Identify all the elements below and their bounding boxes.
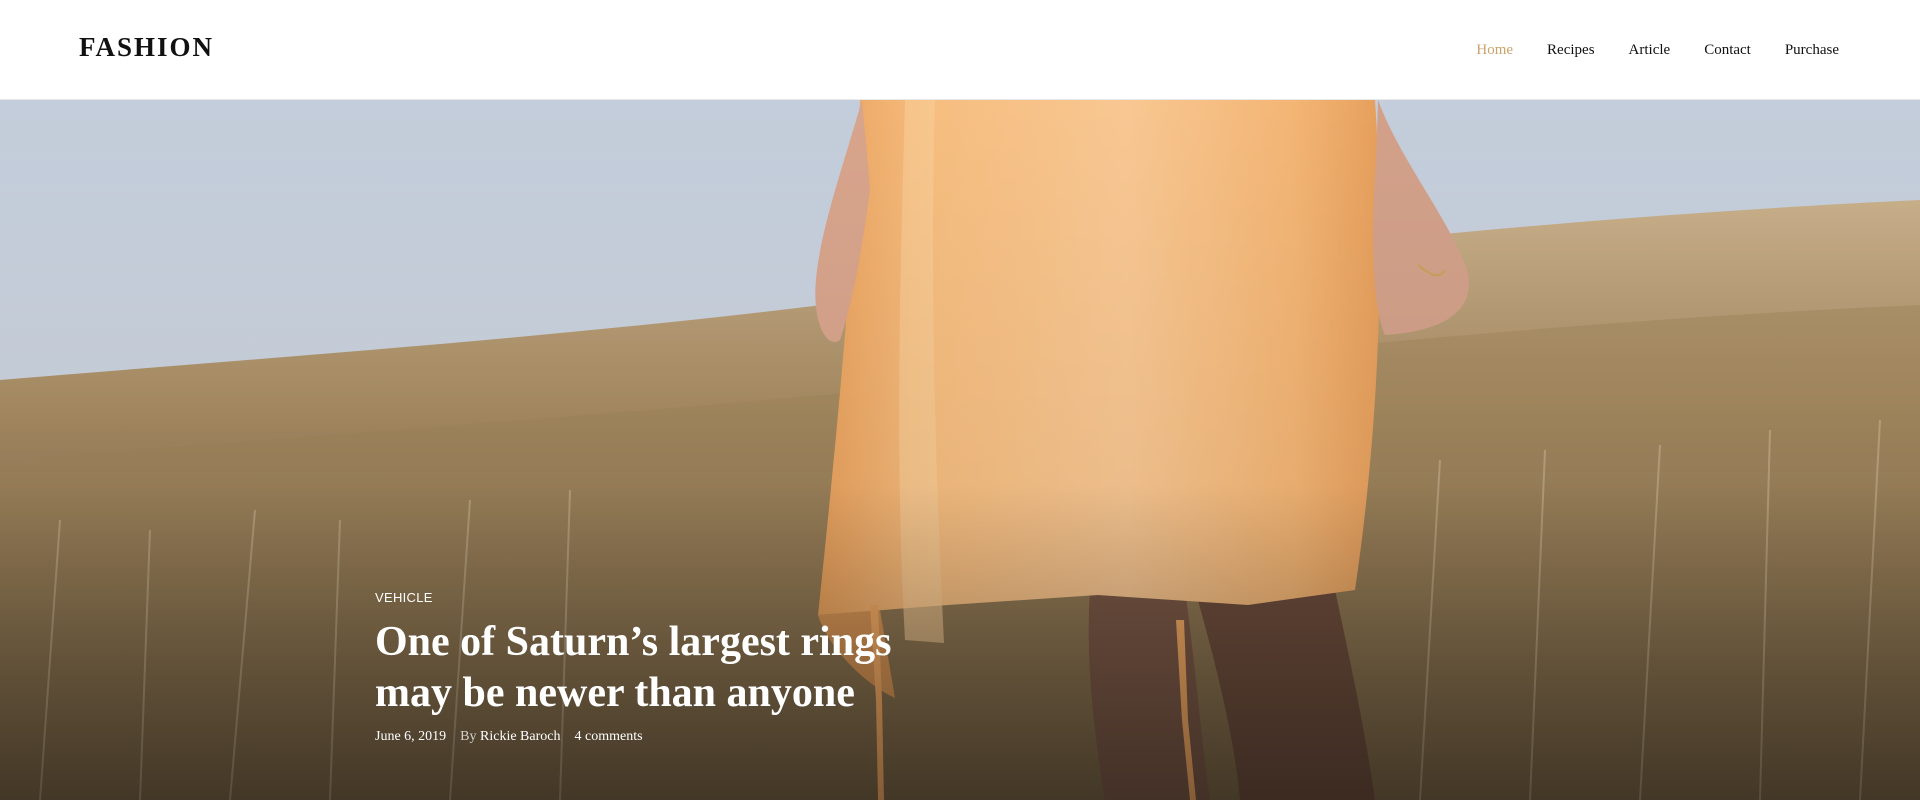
- post-category[interactable]: VEHICLE: [375, 590, 975, 605]
- main-nav: Home Recipes Article Contact Purchase: [1476, 42, 1839, 59]
- post-meta: June 6, 2019 By Rickie Baroch 4 comments: [375, 729, 975, 745]
- post-comments[interactable]: 4 comments: [575, 729, 643, 745]
- nav-item-purchase[interactable]: Purchase: [1785, 42, 1839, 59]
- site-header: FASHION Home Recipes Article Contact Pur…: [0, 0, 1920, 100]
- nav-item-contact[interactable]: Contact: [1704, 42, 1751, 59]
- nav-item-article[interactable]: Article: [1629, 42, 1671, 59]
- post-date[interactable]: June 6, 2019: [375, 729, 446, 745]
- post-title-line-1: One of Saturn’s largest rings: [375, 619, 892, 665]
- post-author[interactable]: Rickie Baroch: [480, 729, 560, 744]
- nav-item-recipes[interactable]: Recipes: [1547, 42, 1594, 59]
- post-title-line-2: may be newer than anyone: [375, 670, 855, 716]
- site-logo[interactable]: FASHION: [79, 32, 215, 63]
- author-by-label: By: [460, 729, 477, 744]
- nav-item-home[interactable]: Home: [1476, 42, 1513, 59]
- hero-content: VEHICLE One of Saturn’s largest rings ma…: [375, 590, 975, 745]
- hero-banner: VEHICLE One of Saturn’s largest rings ma…: [0, 100, 1920, 800]
- post-title[interactable]: One of Saturn’s largest rings may be new…: [375, 617, 975, 719]
